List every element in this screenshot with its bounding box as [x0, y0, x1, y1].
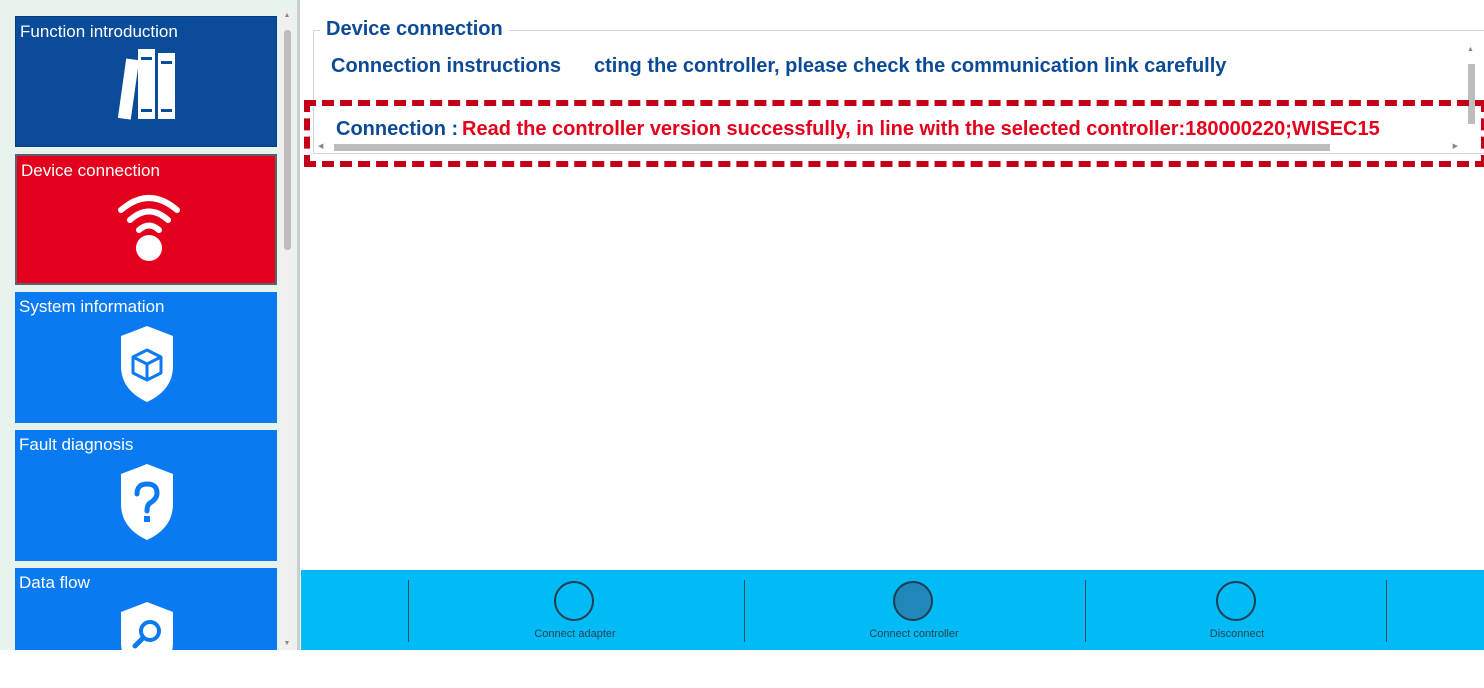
sidebar-item-fault-diagnosis[interactable]: Fault diagnosis [15, 430, 277, 561]
scroll-up-icon[interactable]: ▲ [281, 10, 293, 22]
shield-question-icon [121, 464, 173, 540]
connect-controller-button[interactable]: Connect controller [815, 570, 1015, 650]
sidebar-item-label: Data flow [19, 573, 90, 592]
circle-icon [554, 581, 594, 621]
sidebar-scrollbar[interactable]: ▲ ▼ [281, 8, 293, 650]
circle-filled-icon [893, 581, 933, 621]
sidebar-item-data-flow[interactable]: Data flow [15, 568, 277, 678]
scroll-up-icon[interactable]: ▲ [1467, 46, 1474, 53]
shield-search-icon [121, 602, 173, 678]
connect-controller-label: Connect controller [869, 628, 959, 640]
group-title: Device connection [320, 17, 509, 41]
sidebar-item-function-introduction[interactable]: Function introduction [15, 16, 277, 147]
disconnect-button[interactable]: Disconnect [1138, 570, 1338, 650]
sidebar-item-label: System information [19, 297, 165, 316]
toolbar-separator [1085, 580, 1086, 642]
sidebar-item-label: Device connection [21, 161, 160, 180]
sidebar-item-device-connection[interactable]: Device connection [15, 154, 277, 285]
shield-cube-icon [121, 326, 173, 402]
sidebar-item-label: Function introduction [20, 22, 178, 41]
instructions-label: Connection instructions [331, 55, 561, 77]
circle-icon [1216, 581, 1256, 621]
toolbar-separator [744, 580, 745, 642]
panel-divider [297, 0, 300, 650]
scroll-down-icon[interactable]: ▼ [281, 638, 293, 650]
sidebar-scroll-thumb[interactable] [284, 30, 291, 250]
books-icon [117, 49, 175, 120]
instructions-message: cting the controller, please check the c… [594, 55, 1227, 77]
wifi-icon [118, 195, 180, 261]
connect-adapter-button[interactable]: Connect adapter [476, 570, 676, 650]
toolbar-separator [1386, 580, 1387, 642]
toolbar-separator [408, 580, 409, 642]
connect-adapter-label: Connect adapter [534, 628, 616, 640]
sidebar-item-label: Fault diagnosis [19, 435, 134, 454]
disconnect-label: Disconnect [1209, 628, 1265, 640]
bottom-toolbar: Connect adapter Connect controller Disco… [301, 570, 1484, 650]
sidebar: Function introduction Device connection … [0, 0, 297, 678]
sidebar-item-system-information[interactable]: System information [15, 292, 277, 423]
highlight-annotation-box [304, 100, 1484, 167]
